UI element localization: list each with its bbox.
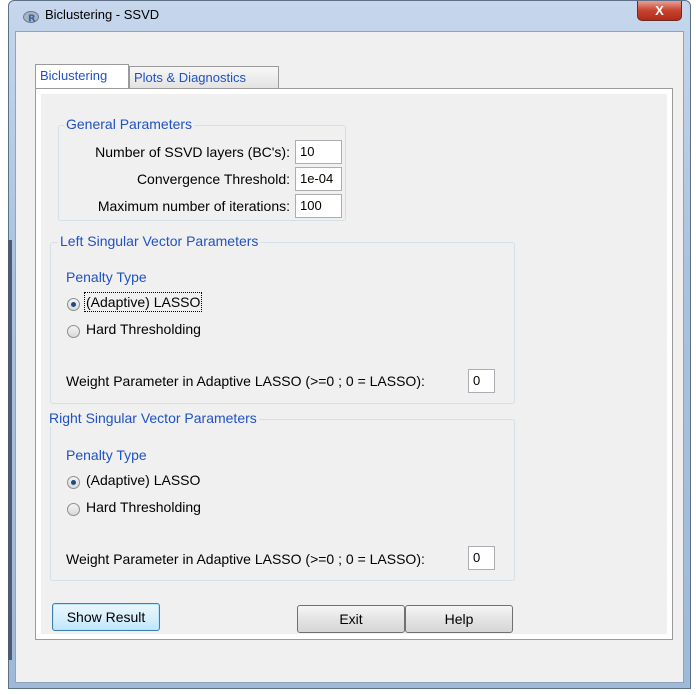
show-result-button[interactable]: Show Result bbox=[52, 603, 160, 631]
help-button[interactable]: Help bbox=[405, 605, 513, 633]
right-penalty-type-label: Penalty Type bbox=[66, 447, 147, 463]
r-logo-icon: R bbox=[23, 11, 39, 25]
svg-text:R: R bbox=[28, 14, 36, 25]
right-hard-thresholding-radio[interactable] bbox=[67, 503, 80, 516]
tab-label: Plots & Diagnostics bbox=[134, 70, 246, 85]
general-parameters-legend: General Parameters bbox=[64, 116, 195, 132]
left-vector-legend: Left Singular Vector Parameters bbox=[58, 233, 261, 249]
left-weight-input[interactable]: 0 bbox=[468, 369, 495, 393]
layers-label: Number of SSVD layers (BC's): bbox=[95, 144, 290, 160]
left-hard-thresholding-label[interactable]: Hard Thresholding bbox=[86, 321, 201, 337]
title-bar[interactable]: R Biclustering - SSVD X bbox=[9, 1, 690, 31]
left-adaptive-lasso-radio[interactable] bbox=[67, 298, 80, 311]
tab-label: Biclustering bbox=[40, 68, 108, 83]
layers-input[interactable]: 10 bbox=[295, 140, 342, 164]
exit-button[interactable]: Exit bbox=[297, 605, 405, 633]
close-icon: X bbox=[655, 3, 664, 18]
iterations-input[interactable]: 100 bbox=[295, 194, 342, 218]
right-vector-legend: Right Singular Vector Parameters bbox=[47, 410, 259, 426]
right-weight-label: Weight Parameter in Adaptive LASSO (>=0 … bbox=[66, 551, 425, 567]
right-adaptive-lasso-radio[interactable] bbox=[67, 476, 80, 489]
background-edge bbox=[8, 240, 12, 660]
tab-plots-diagnostics[interactable]: Plots & Diagnostics bbox=[129, 66, 279, 88]
right-hard-thresholding-label[interactable]: Hard Thresholding bbox=[86, 499, 201, 515]
right-weight-input[interactable]: 0 bbox=[468, 546, 495, 570]
left-hard-thresholding-radio[interactable] bbox=[67, 325, 80, 338]
window-title: Biclustering - SSVD bbox=[45, 7, 160, 22]
right-adaptive-lasso-label[interactable]: (Adaptive) LASSO bbox=[86, 472, 200, 488]
left-penalty-type-label: Penalty Type bbox=[66, 269, 147, 285]
left-weight-label: Weight Parameter in Adaptive LASSO (>=0 … bbox=[66, 373, 425, 389]
convergence-label: Convergence Threshold: bbox=[136, 171, 290, 187]
left-adaptive-lasso-label[interactable]: (Adaptive) LASSO bbox=[83, 292, 203, 312]
convergence-input[interactable]: 1e-04 bbox=[295, 167, 342, 191]
close-button[interactable]: X bbox=[637, 1, 682, 21]
tab-biclustering[interactable]: Biclustering bbox=[35, 64, 129, 88]
iterations-label: Maximum number of iterations: bbox=[97, 198, 290, 214]
